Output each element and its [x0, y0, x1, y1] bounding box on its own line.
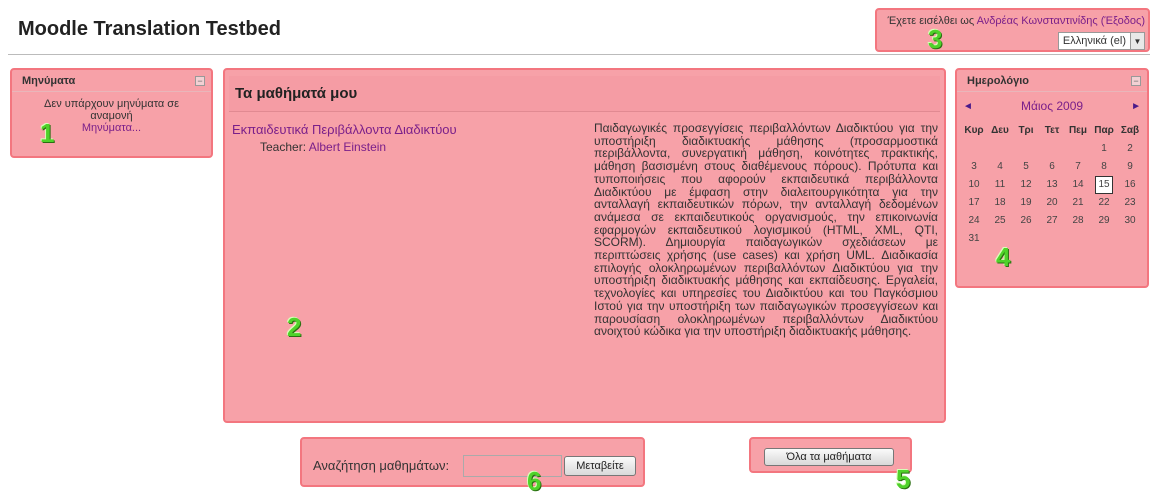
calendar-day[interactable]: 30	[1117, 212, 1143, 230]
my-courses-header: Τα μαθήματά μου	[229, 76, 940, 112]
calendar-empty-cell	[1039, 140, 1065, 158]
logout-link[interactable]: (Έξοδος)	[1101, 15, 1145, 27]
calendar-empty-cell	[1013, 230, 1039, 248]
weekday-header: Σαβ	[1120, 125, 1140, 136]
calendar-day[interactable]: 6	[1039, 158, 1065, 176]
course-link[interactable]: Εκπαιδευτικά Περιβάλλοντα Διαδικτύου	[232, 122, 457, 137]
calendar-empty-cell	[1091, 230, 1117, 248]
teacher-link[interactable]: Albert Einstein	[309, 140, 386, 154]
course-search-box: Αναζήτηση μαθημάτων: Μεταβείτε	[300, 437, 645, 487]
weekday-header: Πεμ	[1068, 125, 1088, 136]
calendar-day[interactable]: 9	[1117, 158, 1143, 176]
calendar-day[interactable]: 3	[961, 158, 987, 176]
calendar-day[interactable]: 24	[961, 212, 987, 230]
calendar-empty-cell	[1065, 140, 1091, 158]
weekday-header: Παρ	[1094, 125, 1114, 136]
weekday-header: Τρι	[1018, 125, 1034, 136]
weekday-header: Κυρ	[964, 125, 984, 136]
calendar-block-title: Ημερολόγιο	[967, 74, 1030, 87]
weekday-header: Δευ	[991, 125, 1009, 136]
messages-block-title: Μηνύματα	[22, 74, 76, 87]
messages-link[interactable]: Μηνύματα...	[82, 122, 141, 134]
calendar-day[interactable]: 4	[987, 158, 1013, 176]
calendar-day[interactable]: 10	[961, 176, 987, 194]
annotation-marker-5: 5	[896, 464, 911, 494]
course-search-input[interactable]	[463, 455, 562, 477]
calendar-empty-cell	[1013, 140, 1039, 158]
my-courses-block: Τα μαθήματά μου Εκπαιδευτικά Περιβάλλοντ…	[223, 68, 946, 423]
course-summary: Παιδαγωγικές προσεγγίσεις περιβαλλόντων …	[594, 121, 938, 339]
course-teacher: Teacher: Albert Einstein	[260, 140, 386, 154]
calendar-month-link[interactable]: Μάιος 2009	[1021, 99, 1083, 113]
weekday-header: Τετ	[1044, 125, 1060, 136]
calendar-grid: Κυρ Δευ Τρι Τετ Πεμ Παρ Σαβ 1 2 3 4 5 6 7 8 9 10 11 12 13 14…	[961, 122, 1143, 248]
calendar-empty-cell	[961, 140, 987, 158]
annotation-marker-4: 4	[996, 242, 1011, 272]
annotation-marker-3: 3	[928, 24, 943, 54]
next-month-icon[interactable]: ►	[1131, 101, 1141, 112]
login-info-box: Έχετε εισέλθει ως Ανδρέας Κωνσταντινίδης…	[875, 8, 1150, 52]
calendar-day[interactable]: 31	[961, 230, 987, 248]
teacher-label: Teacher:	[260, 140, 309, 154]
annotation-marker-2: 2	[287, 312, 302, 342]
calendar-empty-cell	[987, 140, 1013, 158]
annotation-marker-1: 1	[40, 118, 55, 148]
calendar-day[interactable]: 21	[1065, 194, 1091, 212]
site-title: Moodle Translation Testbed	[18, 18, 281, 40]
chevron-down-icon: ▼	[1130, 33, 1144, 49]
calendar-empty-cell	[1065, 230, 1091, 248]
calendar-day[interactable]: 25	[987, 212, 1013, 230]
calendar-day[interactable]: 17	[961, 194, 987, 212]
calendar-day[interactable]: 8	[1091, 158, 1117, 176]
language-select[interactable]: Ελληνικά (el) ▼	[1057, 32, 1145, 50]
calendar-day[interactable]: 22	[1091, 194, 1117, 212]
header-divider	[8, 54, 1150, 55]
calendar-empty-cell	[1039, 230, 1065, 248]
calendar-day[interactable]: 11	[987, 176, 1013, 194]
previous-month-icon[interactable]: ◄	[963, 101, 973, 112]
calendar-day[interactable]: 1	[1091, 140, 1117, 158]
calendar-day[interactable]: 18	[987, 194, 1013, 212]
calendar-day[interactable]: 20	[1039, 194, 1065, 212]
calendar-day[interactable]: 16	[1117, 176, 1143, 194]
calendar-day[interactable]: 15	[1095, 176, 1113, 194]
calendar-day[interactable]: 27	[1039, 212, 1065, 230]
search-go-button[interactable]: Μεταβείτε	[564, 456, 636, 476]
calendar-day[interactable]: 12	[1013, 176, 1039, 194]
calendar-day[interactable]: 14	[1065, 176, 1091, 194]
login-line: Έχετε εισέλθει ως Ανδρέας Κωνσταντινίδης…	[888, 15, 1145, 27]
calendar-block: Ημερολόγιο − ◄ Μάιος 2009 ► Κυρ Δευ Τρι Τετ…	[955, 68, 1149, 288]
calendar-day[interactable]: 26	[1013, 212, 1039, 230]
language-selected-value: Ελληνικά (el)	[1062, 35, 1126, 47]
all-courses-button[interactable]: Όλα τα μαθήματα	[764, 448, 894, 466]
calendar-empty-cell	[1117, 230, 1143, 248]
calendar-day[interactable]: 13	[1039, 176, 1065, 194]
calendar-day[interactable]: 2	[1117, 140, 1143, 158]
calendar-day[interactable]: 23	[1117, 194, 1143, 212]
calendar-day[interactable]: 29	[1091, 212, 1117, 230]
calendar-day[interactable]: 5	[1013, 158, 1039, 176]
course-search-label: Αναζήτηση μαθημάτων:	[313, 458, 450, 473]
user-profile-link[interactable]: Ανδρέας Κωνσταντινίδης	[977, 15, 1098, 27]
calendar-day[interactable]: 28	[1065, 212, 1091, 230]
minus-box-icon[interactable]: −	[195, 75, 205, 86]
my-courses-title: Τα μαθήματά μου	[235, 85, 358, 102]
minus-box-icon[interactable]: −	[1131, 75, 1141, 86]
annotation-marker-6: 6	[527, 466, 542, 496]
calendar-day[interactable]: 7	[1065, 158, 1091, 176]
all-courses-box: Όλα τα μαθήματα	[749, 437, 912, 473]
messages-block-header: Μηνύματα −	[12, 70, 211, 92]
calendar-day[interactable]: 19	[1013, 194, 1039, 212]
calendar-nav: ◄ Μάιος 2009 ►	[957, 92, 1147, 114]
calendar-block-header: Ημερολόγιο −	[957, 70, 1147, 92]
